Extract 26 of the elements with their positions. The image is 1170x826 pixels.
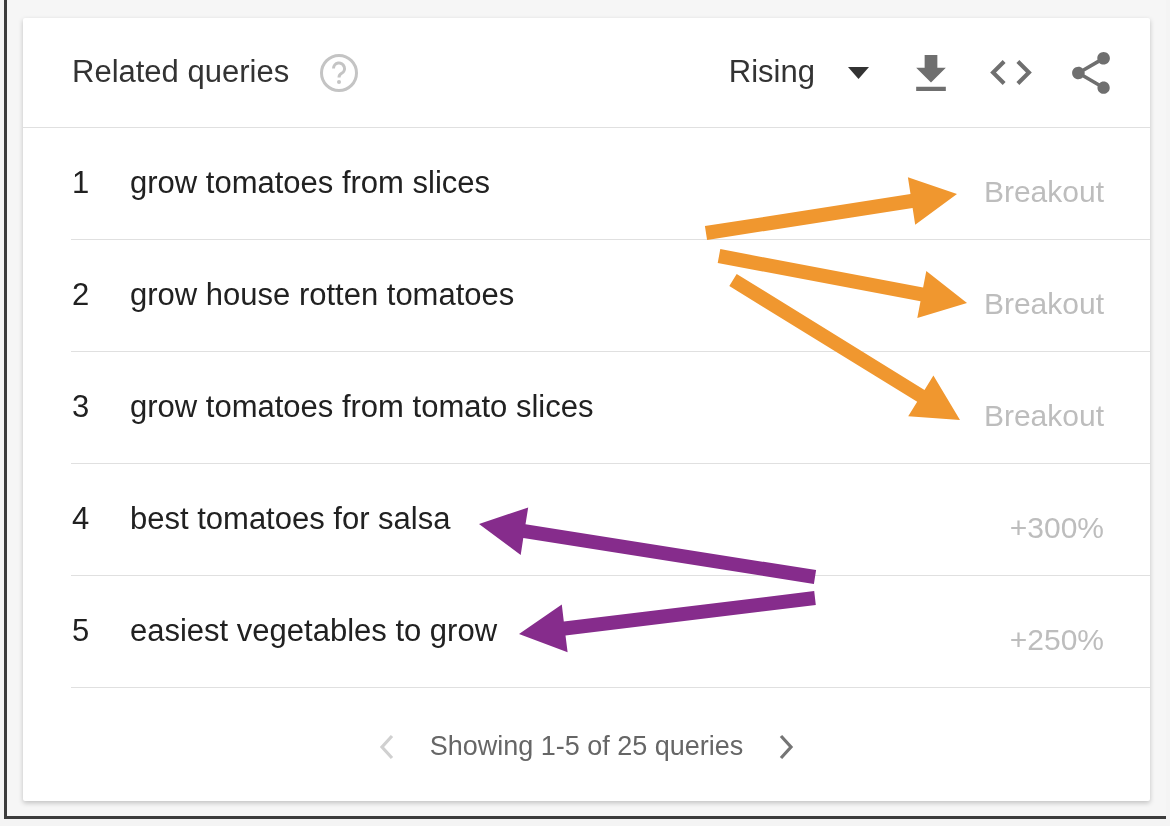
query-link[interactable]: grow tomatoes from slices: [130, 160, 491, 207]
change-value: +250%: [1009, 622, 1104, 658]
caret-icon: [848, 66, 869, 79]
change-value: Breakout: [983, 398, 1104, 434]
rank-number: 4: [72, 500, 91, 539]
query-link[interactable]: easiest vegetables to grow: [130, 608, 498, 655]
embed-code-button[interactable]: [990, 60, 1032, 85]
share-icon: [1072, 51, 1110, 94]
code-icon: [990, 60, 1032, 85]
change-value: Breakout: [983, 174, 1104, 210]
change-value: +300%: [1009, 510, 1104, 546]
rank-number: 5: [72, 612, 91, 651]
pagination-summary: Showing 1-5 of 25 queries: [429, 730, 744, 764]
card-title: Related queries: [72, 53, 290, 92]
rank-number: 3: [72, 388, 91, 427]
share-button[interactable]: [1072, 51, 1110, 94]
filter-dropdown[interactable]: Rising: [728, 49, 869, 96]
rank-number: 1: [72, 164, 91, 203]
query-link[interactable]: grow tomatoes from tomato slices: [130, 384, 594, 431]
download-icon: [916, 54, 946, 91]
change-value: Breakout: [983, 286, 1104, 322]
query-link[interactable]: grow house rotten tomatoes: [130, 272, 515, 319]
download-button[interactable]: [916, 54, 946, 91]
rank-number: 2: [72, 276, 91, 315]
query-link[interactable]: best tomatoes for salsa: [130, 496, 451, 543]
chevron-right-icon[interactable]: [778, 733, 795, 760]
